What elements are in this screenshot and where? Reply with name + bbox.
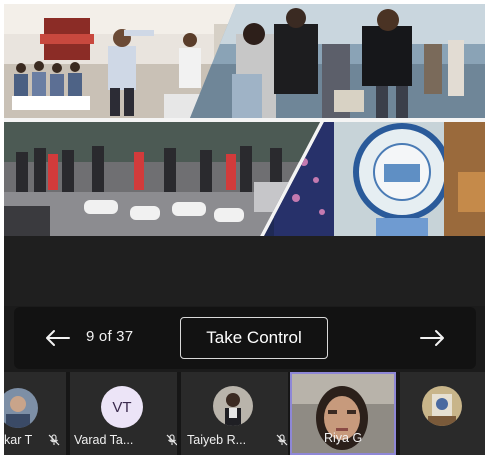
mic-muted-icon [166, 434, 177, 446]
mic-muted-icon [48, 434, 60, 446]
arrow-left-icon [44, 329, 70, 347]
presentation-control-bar: 9 of 37 Take Control [14, 307, 476, 369]
mic-muted-icon [276, 434, 288, 446]
participant-tile[interactable]: VT Varad Ta... [70, 372, 177, 455]
participant-tile-active-speaker[interactable]: Riya G [290, 372, 396, 455]
participant-name: Varad Ta... [74, 433, 134, 447]
avatar [422, 386, 462, 426]
participant-tile[interactable]: Taiyeb R... [181, 372, 288, 455]
next-slide-button[interactable] [416, 324, 450, 352]
take-control-button[interactable]: Take Control [180, 317, 328, 359]
avatar [4, 388, 38, 428]
participant-tile[interactable] [400, 372, 485, 455]
slide-counter: 9 of 37 [86, 328, 134, 345]
participant-strip: kar T VT Varad Ta... Taiyeb R... Riya G [4, 372, 485, 455]
participant-tile[interactable]: kar T [4, 372, 66, 455]
presentation-stage-background [4, 236, 485, 306]
arrow-right-icon [420, 329, 446, 347]
participant-name: Riya G [324, 431, 363, 445]
shared-slide [4, 4, 485, 236]
avatar: VT [101, 386, 143, 428]
participant-name: Taiyeb R... [187, 433, 247, 447]
avatar [213, 386, 253, 426]
participant-name: kar T [4, 433, 33, 447]
meeting-window: 9 of 37 Take Control kar T VT Varad Ta..… [4, 4, 485, 455]
previous-slide-button[interactable] [40, 324, 74, 352]
